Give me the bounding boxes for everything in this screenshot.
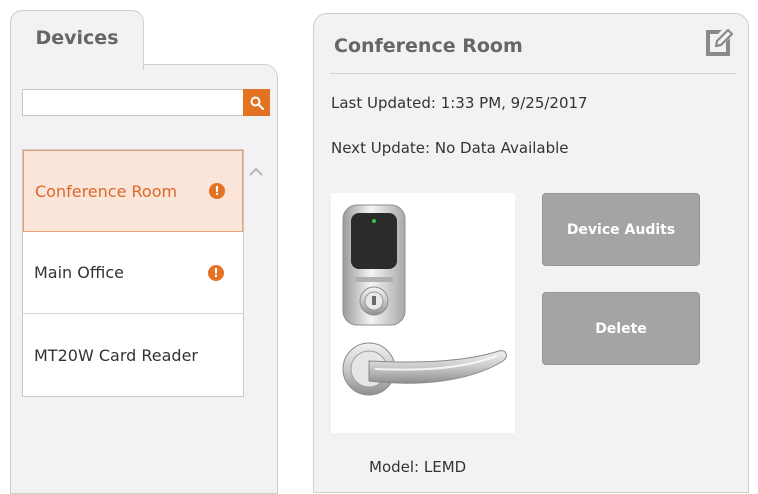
- device-item-label: Main Office: [34, 263, 124, 282]
- model-label: Model:: [369, 458, 420, 476]
- smart-lock-lever-image: [342, 204, 507, 396]
- last-updated-label: Last Updated:: [331, 94, 436, 112]
- title-divider: [330, 73, 736, 74]
- alert-icon: !: [209, 183, 225, 199]
- device-item-conference-room[interactable]: Conference Room !: [23, 150, 243, 232]
- device-item-label: Conference Room: [35, 181, 178, 201]
- model-value: LEMD: [423, 458, 467, 476]
- device-title: Conference Room: [334, 35, 523, 57]
- edit-icon: [706, 28, 734, 56]
- next-update-value: No Data Available: [434, 139, 569, 157]
- next-update-line: Next Update: No Data Available: [331, 139, 569, 157]
- device-image: [331, 193, 515, 433]
- device-list: Conference Room ! Main Office ! MT20W Ca…: [22, 149, 244, 397]
- edit-button[interactable]: [702, 26, 734, 58]
- scroll-up-button[interactable]: [246, 162, 266, 182]
- delete-button[interactable]: Delete: [542, 292, 700, 365]
- devices-tab-label: Devices: [35, 27, 119, 49]
- model-line: Model: LEMD: [369, 458, 466, 476]
- device-item-main-office[interactable]: Main Office !: [23, 232, 243, 314]
- device-item-label: MT20W Card Reader: [34, 345, 198, 365]
- last-updated-line: Last Updated: 1:33 PM, 9/25/2017: [331, 94, 588, 112]
- search-button[interactable]: [243, 89, 270, 116]
- chevron-up-icon: [249, 167, 263, 176]
- last-updated-value: 1:33 PM, 9/25/2017: [440, 94, 588, 112]
- device-search-input[interactable]: [22, 89, 244, 116]
- search-icon: [250, 96, 264, 110]
- device-item-mt20w-card-reader[interactable]: MT20W Card Reader: [23, 314, 243, 396]
- alert-icon: !: [208, 264, 224, 281]
- device-audits-button[interactable]: Device Audits: [542, 193, 700, 266]
- devices-tab[interactable]: Devices: [10, 10, 144, 70]
- next-update-label: Next Update:: [331, 139, 431, 157]
